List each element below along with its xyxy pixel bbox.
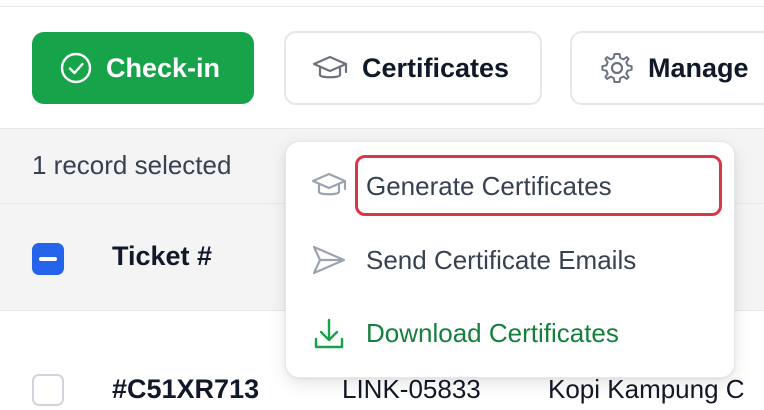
check-in-label: Check-in bbox=[106, 52, 221, 83]
graduation-cap-icon bbox=[312, 53, 348, 83]
row-name: Kopi Kampung C bbox=[548, 374, 745, 404]
menu-item-label: Download Certificates bbox=[366, 318, 619, 348]
download-icon bbox=[313, 317, 345, 351]
gear-icon bbox=[600, 51, 634, 85]
manage-label: Manage bbox=[648, 52, 749, 83]
row-link-code: LINK-05833 bbox=[342, 374, 481, 404]
row-checkbox[interactable] bbox=[32, 374, 64, 406]
menu-item-generate-certificates[interactable]: Generate Certificates bbox=[0, 157, 612, 217]
certificates-button[interactable]: Certificates bbox=[284, 31, 542, 105]
certificates-label: Certificates bbox=[362, 52, 510, 83]
top-divider bbox=[0, 6, 764, 7]
menu-item-label: Generate Certificates bbox=[366, 171, 612, 201]
row-ticket-number: #C51XR713 bbox=[112, 374, 260, 404]
check-circle-icon bbox=[60, 52, 92, 84]
check-in-button[interactable]: Check-in bbox=[32, 32, 254, 104]
menu-item-download-certificates[interactable]: Download Certificates bbox=[0, 304, 619, 364]
send-icon bbox=[311, 244, 347, 276]
menu-item-label: Send Certificate Emails bbox=[366, 245, 637, 275]
manage-button[interactable]: Manage bbox=[570, 31, 764, 105]
menu-item-send-certificate-emails[interactable]: Send Certificate Emails bbox=[0, 230, 636, 290]
graduation-cap-icon bbox=[311, 170, 347, 200]
